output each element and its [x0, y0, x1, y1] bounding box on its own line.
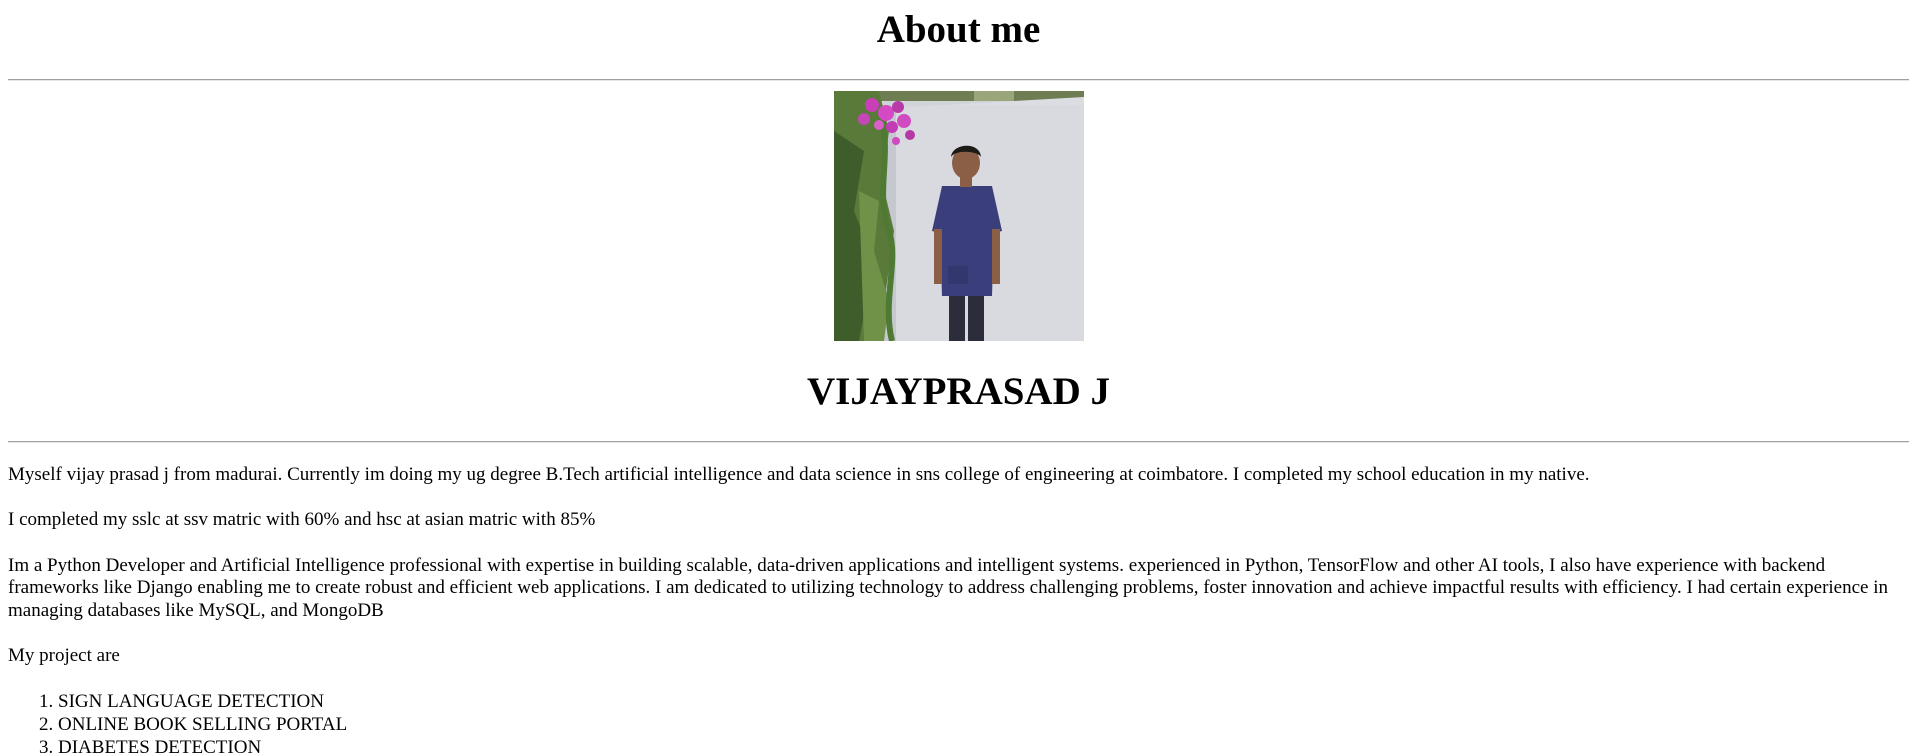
about-page: About me VIJAYPRASAD J Myself vijay pras… [0, 0, 1917, 756]
profile-name: VIJAYPRASAD J [806, 370, 1110, 413]
education-paragraph: I completed my sslc at ssv matric with 6… [8, 509, 596, 531]
projects-list: SIGN LANGUAGE DETECTION ONLINE BOOK SELL… [8, 690, 1909, 756]
profession-paragraph: Im a Python Developer and Artificial Int… [8, 554, 1889, 621]
profile-photo [833, 91, 1084, 341]
project-item: ONLINE BOOK SELLING PORTAL [58, 713, 1909, 736]
project-item: DIABETES DETECTION [58, 736, 1909, 756]
intro-paragraph: Myself vijay prasad j from madurai. Curr… [8, 464, 1590, 485]
project-item: SIGN LANGUAGE DETECTION [58, 690, 1909, 713]
projects-intro: My project are [8, 645, 120, 667]
divider-top [8, 79, 1909, 81]
profile-photo-container [8, 91, 1909, 341]
page-title: About me [876, 8, 1041, 51]
divider-bottom [8, 441, 1909, 443]
